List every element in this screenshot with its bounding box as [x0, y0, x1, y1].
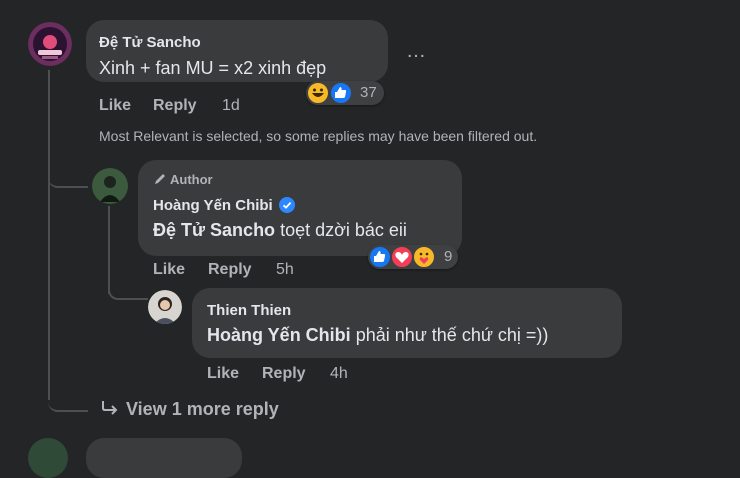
comment-reactions[interactable]: 37 — [306, 81, 384, 105]
thread-curve-reply1 — [48, 170, 88, 188]
reply-arrow-icon — [102, 401, 118, 415]
comment-like-button[interactable]: Like — [99, 97, 131, 115]
reply2-author[interactable]: Thien Thien — [207, 302, 291, 319]
comment-reaction-count: 37 — [360, 84, 377, 101]
thread-line-reply1 — [108, 206, 110, 294]
reply2-time[interactable]: 4h — [330, 365, 348, 383]
avatar-image — [148, 290, 182, 324]
avatar-next-comment[interactable] — [28, 438, 68, 478]
reply2-bubble — [192, 288, 622, 358]
comment-time[interactable]: 1d — [222, 97, 240, 115]
comment-text: Xinh + fan MU = x2 xinh đẹp — [99, 58, 327, 78]
comment-reply-button[interactable]: Reply — [153, 97, 197, 115]
author-badge-label: Author — [170, 172, 213, 187]
avatar-thien-thien[interactable] — [148, 290, 182, 324]
care-reaction-icon — [412, 245, 436, 269]
reply2-body: phải như thế chứ chị =)) — [350, 325, 549, 345]
pen-icon — [155, 174, 165, 184]
more-options-icon[interactable]: … — [406, 40, 427, 63]
thread-curve-reply2 — [108, 282, 148, 300]
reply1-like-button[interactable]: Like — [153, 261, 185, 279]
reply2-like-button[interactable]: Like — [207, 365, 239, 383]
author-badge: Author — [153, 172, 213, 187]
haha-reaction-icon — [306, 81, 330, 105]
reply1-time[interactable]: 5h — [276, 261, 294, 279]
reply2-text: Hoàng Yến Chibi phải như thế chứ chị =)) — [207, 325, 548, 346]
reply1-body: toẹt dzời bác eii — [275, 220, 407, 240]
view-more-replies-button[interactable]: View 1 more reply — [100, 399, 279, 420]
reply1-author-name[interactable]: Hoàng Yến Chibi — [153, 197, 273, 214]
reply1-text: Đệ Tử Sancho toẹt dzời bác eii — [153, 220, 407, 241]
like-reaction-icon — [329, 81, 353, 105]
next-comment-bubble — [86, 438, 242, 478]
reply1-reply-button[interactable]: Reply — [208, 261, 252, 279]
reply1-reaction-count: 9 — [444, 248, 453, 265]
filter-note: Most Relevant is selected, so some repli… — [99, 128, 538, 144]
verified-badge-icon — [278, 197, 295, 213]
like-reaction-icon — [368, 245, 392, 269]
avatar-image — [92, 168, 128, 204]
thread-curve-view-more — [48, 398, 88, 412]
reply1-mention[interactable]: Đệ Tử Sancho — [153, 220, 275, 240]
reply1-reactions[interactable]: 9 — [368, 245, 458, 269]
avatar-image — [28, 22, 72, 66]
reply1-author[interactable]: Hoàng Yến Chibi — [153, 197, 295, 214]
reply2-reply-button[interactable]: Reply — [262, 365, 306, 383]
view-more-replies-label[interactable]: View 1 more reply — [126, 399, 279, 419]
love-reaction-icon — [390, 245, 414, 269]
thread-line-main — [48, 70, 50, 400]
comment-author[interactable]: Đệ Tử Sancho — [99, 34, 201, 51]
avatar-de-tu-sancho[interactable] — [28, 22, 72, 66]
reply2-mention[interactable]: Hoàng Yến Chibi — [207, 325, 351, 345]
avatar-hoang-yen-chibi[interactable] — [92, 168, 128, 204]
